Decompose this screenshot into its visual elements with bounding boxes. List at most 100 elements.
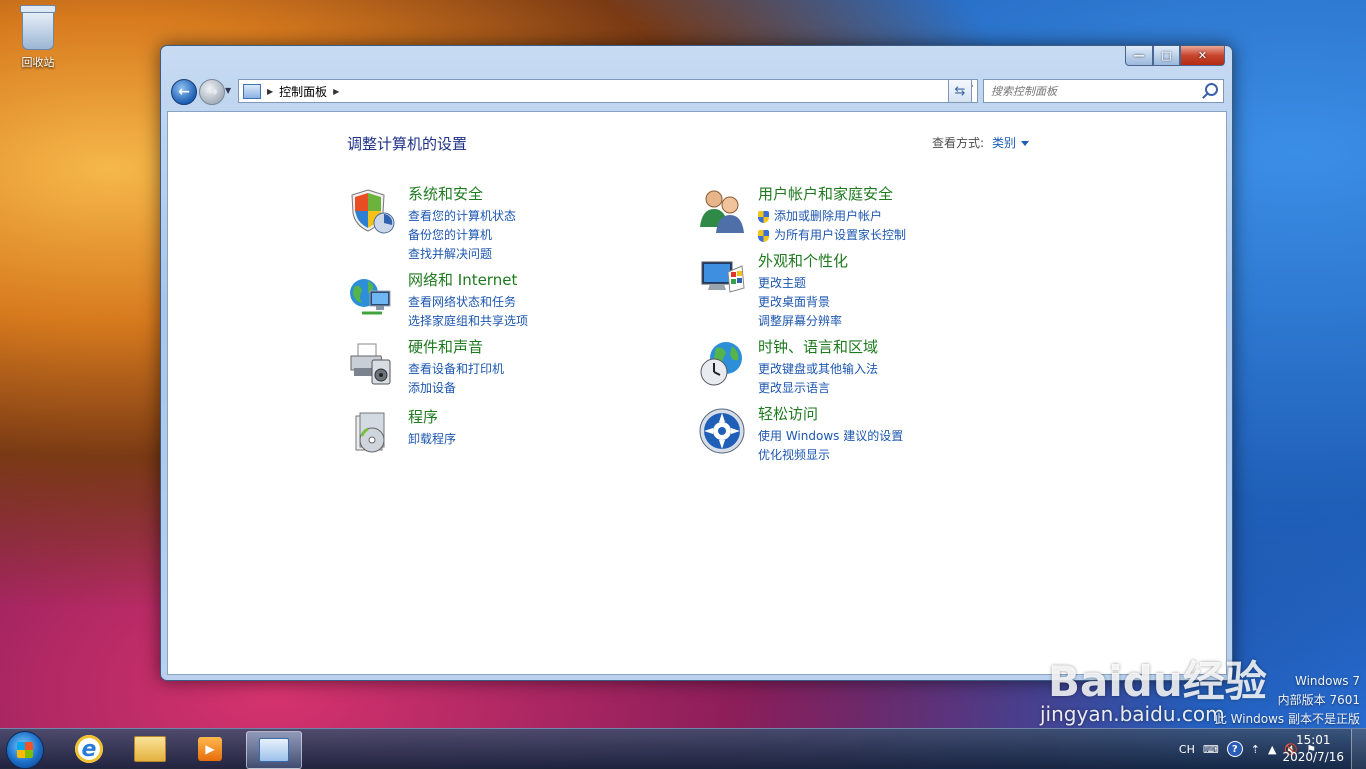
refresh-button[interactable]: ⇆ — [948, 79, 972, 103]
shield-icon[interactable] — [348, 187, 396, 235]
breadcrumb-control-panel[interactable]: 控制面板 — [279, 83, 327, 100]
keyboard-icon[interactable]: ⌨ — [1203, 743, 1219, 756]
maximize-icon: □ — [1161, 49, 1172, 62]
control-panel-icon — [259, 738, 289, 762]
link-desktop-background[interactable]: 更改桌面背景 — [758, 293, 842, 312]
category-title[interactable]: 时钟、语言和区域 — [758, 336, 878, 357]
back-arrow-icon: ← — [178, 84, 190, 100]
close-icon: ✕ — [1197, 49, 1208, 62]
input-options-icon[interactable]: ⇡ — [1251, 743, 1260, 756]
maximize-button[interactable]: □ — [1153, 46, 1180, 66]
taskbar-explorer[interactable] — [123, 731, 177, 767]
category-title[interactable]: 用户帐户和家庭安全 — [758, 183, 893, 204]
uac-shield-icon — [758, 210, 769, 223]
taskbar: e ▶ CH ⌨ ? ⇡ ▲ 🔇 ⚑ 15:01 2020/7/16 — [0, 728, 1366, 769]
media-player-icon: ▶ — [198, 737, 222, 761]
view-by: 查看方式: 类别 — [932, 134, 1030, 151]
recent-pages-dropdown[interactable]: ▼ — [225, 86, 231, 95]
clock-time: 15:01 — [1295, 733, 1331, 747]
globe-clock-icon[interactable] — [698, 340, 746, 388]
navigation-bar: ← → ▼ ▶ 控制面板 ▶ ▼ ⇆ — [169, 78, 1224, 106]
back-button[interactable]: ← — [171, 79, 197, 105]
forward-arrow-icon: → — [206, 84, 218, 100]
link-recommended-settings[interactable]: 使用 Windows 建议的设置 — [758, 427, 903, 446]
content-pane: 调整计算机的设置 查看方式: 类别 系统和安全 查看您的计算机状态 备份您的计算机… — [167, 111, 1227, 675]
link-optimize-display[interactable]: 优化视频显示 — [758, 446, 903, 465]
category-title[interactable]: 系统和安全 — [408, 183, 483, 204]
printer-icon[interactable] — [348, 340, 396, 388]
taskbar-internet-explorer[interactable]: e — [62, 731, 116, 767]
baidu-url: jingyan.baidu.com — [1040, 702, 1225, 726]
search-box[interactable] — [983, 79, 1224, 103]
category-title[interactable]: 程序 — [408, 406, 438, 427]
link-homegroup-sharing[interactable]: 选择家庭组和共享选项 — [408, 312, 528, 331]
recycle-bin-label: 回收站 — [21, 56, 55, 69]
show-desktop-button[interactable] — [1351, 729, 1366, 769]
category-links: 更改主题 更改桌面背景 调整屏幕分辨率 — [758, 274, 842, 331]
view-by-dropdown[interactable]: 类别 — [992, 136, 1016, 150]
address-bar[interactable]: ▶ 控制面板 ▶ ▼ — [238, 79, 978, 103]
close-button[interactable]: ✕ — [1180, 46, 1225, 66]
network-icon[interactable] — [348, 273, 396, 321]
category-title[interactable]: 轻松访问 — [758, 403, 818, 424]
taskbar-media-player[interactable]: ▶ — [183, 731, 237, 767]
category-links: 更改键盘或其他输入法 更改显示语言 — [758, 360, 878, 398]
ease-of-access-icon[interactable] — [698, 407, 746, 455]
show-hidden-icons-icon[interactable]: ▲ — [1268, 743, 1276, 756]
search-input[interactable] — [989, 83, 1203, 99]
display-icon[interactable] — [698, 254, 746, 302]
link-change-input-method[interactable]: 更改键盘或其他输入法 — [758, 360, 878, 379]
recycle-bin-icon — [20, 5, 56, 50]
watermark-os: Windows 7 — [1294, 674, 1360, 688]
watermark-build: 内部版本 7601 — [1277, 693, 1360, 707]
clock-date: 2020/7/16 — [1282, 750, 1344, 764]
link-uninstall-program[interactable]: 卸载程序 — [408, 430, 456, 449]
category-links: 查看设备和打印机 添加设备 — [408, 360, 504, 398]
page-title: 调整计算机的设置 — [347, 135, 468, 153]
users-icon[interactable] — [698, 187, 746, 235]
category-title[interactable]: 网络和 Internet — [408, 269, 517, 290]
programs-icon[interactable] — [348, 410, 396, 458]
view-by-label: 查看方式: — [932, 136, 985, 150]
link-display-language[interactable]: 更改显示语言 — [758, 379, 878, 398]
internet-explorer-icon: e — [75, 735, 103, 763]
control-panel-window: — □ ✕ ← → ▼ ▶ 控制面板 ▶ ▼ ⇆ 调整计算机的设置 查看方式: 类… — [160, 45, 1233, 681]
link-screen-resolution[interactable]: 调整屏幕分辨率 — [758, 312, 842, 331]
category-links: 卸载程序 — [408, 430, 456, 449]
category-links: 查看网络状态和任务 选择家庭组和共享选项 — [408, 293, 528, 331]
recycle-bin-desktop-icon[interactable]: 回收站 — [14, 5, 62, 70]
start-button[interactable] — [6, 731, 44, 769]
link-add-remove-accounts[interactable]: 添加或删除用户帐户 — [758, 207, 906, 226]
chevron-down-icon[interactable] — [1021, 141, 1030, 146]
category-links: 使用 Windows 建议的设置 优化视频显示 — [758, 427, 903, 465]
minimize-button[interactable]: — — [1125, 46, 1153, 66]
link-text: 添加或删除用户帐户 — [774, 209, 883, 223]
control-panel-icon — [243, 83, 261, 99]
category-title[interactable]: 硬件和声音 — [408, 336, 483, 357]
link-change-theme[interactable]: 更改主题 — [758, 274, 842, 293]
clock[interactable]: 15:01 2020/7/16 — [1282, 732, 1344, 766]
category-links: 查看您的计算机状态 备份您的计算机 查找并解决问题 — [408, 207, 516, 264]
link-backup-computer[interactable]: 备份您的计算机 — [408, 226, 516, 245]
forward-button[interactable]: → — [199, 79, 225, 105]
category-title[interactable]: 外观和个性化 — [758, 250, 848, 271]
language-indicator[interactable]: CH — [1179, 743, 1195, 756]
folder-icon — [134, 736, 166, 762]
link-network-status[interactable]: 查看网络状态和任务 — [408, 293, 528, 312]
breadcrumb-chevron-icon[interactable]: ▶ — [333, 87, 339, 96]
link-devices-printers[interactable]: 查看设备和打印机 — [408, 360, 504, 379]
breadcrumb-chevron-icon[interactable]: ▶ — [267, 87, 273, 96]
windows-watermark: Windows 7 内部版本 7601 此 Windows 副本不是正版 — [1215, 672, 1360, 729]
caption-buttons: — □ ✕ — [1125, 46, 1225, 66]
watermark-genuine: 此 Windows 副本不是正版 — [1214, 712, 1360, 726]
minimize-icon: — — [1133, 49, 1145, 62]
help-icon[interactable]: ? — [1226, 741, 1243, 757]
refresh-icon: ⇆ — [954, 83, 966, 99]
search-icon[interactable] — [1205, 83, 1218, 96]
link-parental-controls[interactable]: 为所有用户设置家长控制 — [758, 226, 906, 245]
link-add-device[interactable]: 添加设备 — [408, 379, 504, 398]
link-view-computer-status[interactable]: 查看您的计算机状态 — [408, 207, 516, 226]
taskbar-control-panel[interactable] — [246, 731, 302, 769]
link-troubleshoot[interactable]: 查找并解决问题 — [408, 245, 516, 264]
link-text: 为所有用户设置家长控制 — [774, 228, 907, 242]
